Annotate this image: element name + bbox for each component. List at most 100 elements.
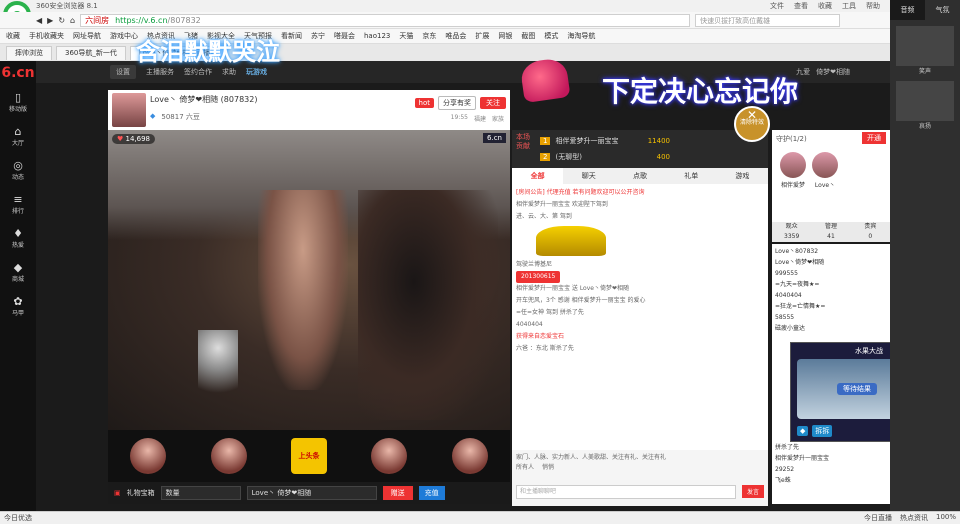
list-item[interactable]: 相伴爱梦升一丽宝宝 <box>775 453 887 464</box>
clear-effects-button[interactable]: ✕ 清除特效 <box>734 106 770 142</box>
bookmark-item[interactable]: 扩展 <box>475 31 489 41</box>
bookmark-item[interactable]: 手机收藏夹 <box>29 31 64 41</box>
tab-audio[interactable]: 音频 <box>890 0 925 20</box>
status-item[interactable]: 今日直播 <box>864 513 892 523</box>
menu-tools[interactable]: 工具 <box>842 1 856 11</box>
rank-row[interactable]: 2 (无聊型) 400 <box>540 149 760 164</box>
bookmark-item[interactable]: 嗒聂会 <box>334 31 355 41</box>
bookmark-item[interactable]: 唯品会 <box>445 31 466 41</box>
bookmark-item[interactable]: 天猫 <box>399 31 413 41</box>
tab-2[interactable]: 360导航_新一代 <box>56 45 126 60</box>
family-badge[interactable]: 家族 <box>492 114 504 123</box>
recharge-button[interactable]: 充值 <box>418 486 445 500</box>
site-logo[interactable]: 6.cn <box>0 61 36 85</box>
chat-log[interactable]: [房间公告] 代理充值 若有问题欢迎可以公开咨询 相伴爱梦升一丽宝宝 欢迎陛下驾… <box>512 184 768 444</box>
game-link[interactable]: 玩游戏 <box>246 67 267 77</box>
menu-view[interactable]: 查看 <box>794 1 808 11</box>
nav-hall[interactable]: ⌂ 大厅 <box>0 119 36 153</box>
video-player[interactable]: ♥ 14,698 6.cn <box>108 130 510 430</box>
bookmark-item[interactable]: 看新闻 <box>281 31 302 41</box>
topbar-link[interactable]: 求助 <box>222 67 236 77</box>
bookmark-item[interactable]: 收藏 <box>6 31 20 41</box>
list-item[interactable]: 999555 <box>775 268 887 279</box>
tab-atmosphere[interactable]: 气氛 <box>925 0 960 20</box>
nav-dynamic[interactable]: ◎ 动态 <box>0 153 36 187</box>
url-field[interactable]: 六间房 https://v.6.cn/807832 <box>80 13 691 27</box>
effect-thumb[interactable] <box>896 81 954 121</box>
nav-love[interactable]: ♦ 热爱 <box>0 221 36 255</box>
menu-file[interactable]: 文件 <box>770 1 784 11</box>
zoom-level[interactable]: 100% <box>936 513 956 523</box>
user-name[interactable]: 九爱 <box>796 67 810 77</box>
tab-chat[interactable]: 聊天 <box>563 168 614 184</box>
tab-admins[interactable]: 管理 41 <box>811 222 850 242</box>
bookmark-item[interactable]: 截图 <box>521 31 535 41</box>
tab-games[interactable]: 游戏 <box>717 168 768 184</box>
list-item[interactable]: Love丶倚梦❤相随 <box>775 257 887 268</box>
bookmark-item[interactable]: 海淘导航 <box>567 31 595 41</box>
fruit-bet-button[interactable]: 拆拆 <box>812 425 833 437</box>
chat-send-button[interactable]: 发言 <box>741 485 764 498</box>
tab-vips[interactable]: 贵宾 0 <box>851 222 890 242</box>
bookmark-item[interactable]: 苏宁 <box>311 31 325 41</box>
guard-member[interactable]: Love丶 <box>812 152 838 189</box>
list-item[interactable]: 4040404 <box>775 290 887 301</box>
bookmark-item[interactable]: 网址导航 <box>73 31 101 41</box>
list-item[interactable]: 磁疲小童达 <box>775 323 887 334</box>
tab-all[interactable]: 全部 <box>512 168 564 184</box>
gift-box-label[interactable]: 礼物宝箱 <box>127 488 155 498</box>
follow-button[interactable]: 关注 <box>480 97 506 109</box>
list-item[interactable]: 29252 <box>775 464 887 475</box>
forward-icon[interactable]: ▶ <box>47 16 53 25</box>
home-icon[interactable]: ⌂ <box>70 16 75 25</box>
bookmark-item[interactable]: 京东 <box>422 31 436 41</box>
bookmark-item[interactable]: 网银 <box>498 31 512 41</box>
rank-row[interactable]: 1 相伴爱梦升一丽宝宝 11400 <box>540 133 760 148</box>
topbar-link[interactable]: 主播服务 <box>146 67 174 77</box>
tab-viewers[interactable]: 观众 3359 <box>772 222 811 242</box>
settings-button[interactable]: 设置 <box>110 65 136 79</box>
list-item[interactable]: Love丶807832 <box>775 246 887 257</box>
anchor-avatar[interactable] <box>112 93 146 127</box>
gift-item[interactable] <box>130 438 167 474</box>
status-item[interactable]: 今日优选 <box>4 513 32 523</box>
bookmark-item[interactable]: 模式 <box>544 31 558 41</box>
back-icon[interactable]: ◀ <box>36 16 42 25</box>
guard-member[interactable]: 相伴爱梦 <box>780 152 806 189</box>
nav-rank[interactable]: ≡ 排行 <box>0 187 36 221</box>
nav-shop[interactable]: ◆ 商城 <box>0 255 36 289</box>
tab-songs[interactable]: 点歌 <box>614 168 665 184</box>
bookmark-item[interactable]: hao123 <box>364 32 390 40</box>
nav-vest[interactable]: ✿ 马甲 <box>0 289 36 323</box>
whisper-checkbox[interactable]: 悄悄 <box>542 462 554 471</box>
guard-open-button[interactable]: 开通 <box>862 132 886 144</box>
quantity-input[interactable]: 数量 <box>160 486 241 500</box>
headline-button[interactable]: 上头条 <box>290 438 327 474</box>
list-item[interactable]: =狂龙=亡情舞★= <box>775 301 887 312</box>
video-streamer <box>258 190 348 390</box>
list-item[interactable]: 飞e蛛 <box>775 475 887 486</box>
gift-item[interactable] <box>451 438 488 474</box>
tab-gifts[interactable]: 礼单 <box>666 168 717 184</box>
gift-item[interactable] <box>371 438 408 474</box>
list-item[interactable]: 拼杀了先 <box>775 442 887 453</box>
refresh-icon[interactable]: ↻ <box>58 16 65 25</box>
menu-help[interactable]: 帮助 <box>866 1 880 11</box>
user-name-2[interactable]: 倚梦❤相随 <box>816 67 850 77</box>
list-item[interactable]: =九天=夜舞★= <box>775 279 887 290</box>
nav-mobile[interactable]: ▯ 移动版 <box>0 85 36 119</box>
list-item[interactable]: 58555 <box>775 312 887 323</box>
effect-thumb[interactable] <box>896 26 954 66</box>
recipient-select[interactable]: Love丶 倚梦❤相随 <box>246 486 377 500</box>
bookmark-item[interactable]: 游戏中心 <box>110 31 138 41</box>
send-gift-button[interactable]: 赠送 <box>382 486 413 500</box>
search-input[interactable]: 快速贝拔打致高位戴雄 <box>695 13 841 27</box>
tab-1[interactable]: 摔帅浏览 <box>6 45 52 60</box>
topbar-link[interactable]: 签约合作 <box>184 67 212 77</box>
menu-fav[interactable]: 收藏 <box>818 1 832 11</box>
status-item[interactable]: 热点资讯 <box>900 513 928 523</box>
recipient-dropdown[interactable]: 所有人 <box>516 462 534 471</box>
share-button[interactable]: 分享有奖 <box>438 96 476 110</box>
gift-item[interactable] <box>210 438 247 474</box>
chat-input[interactable]: 和主播聊聊吧 <box>516 485 736 499</box>
